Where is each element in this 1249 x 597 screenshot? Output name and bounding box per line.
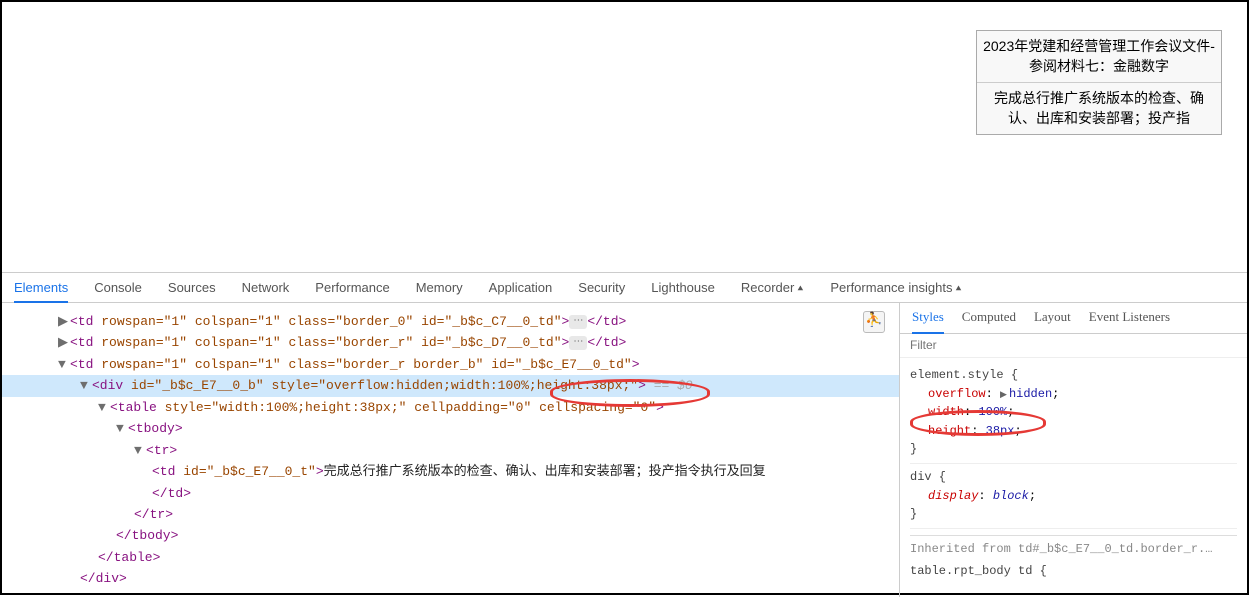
dom-node[interactable]: ▶<td rowspan="1" colspan="1" class="bord…: [2, 332, 899, 353]
css-property[interactable]: width: 100%;: [910, 403, 1237, 422]
expand-icon[interactable]: ▶: [1000, 389, 1007, 403]
rule-selector[interactable]: div {: [910, 468, 1237, 487]
tooltip-row: 2023年党建和经营管理工作会议文件-参阅材料七：金融数字: [977, 31, 1221, 83]
tab-recorder[interactable]: Recorder⯅: [741, 274, 804, 301]
selection-marker: == $0: [646, 378, 693, 393]
dom-node[interactable]: </div>: [2, 568, 899, 589]
styles-tab-styles[interactable]: Styles: [912, 309, 944, 334]
dom-node[interactable]: ▶<td rowspan="1" colspan="1" class="bord…: [2, 311, 899, 332]
rule-selector[interactable]: element.style {: [910, 366, 1237, 385]
page-preview: 2023年党建和经营管理工作会议文件-参阅材料七：金融数字 完成总行推广系统版本…: [2, 2, 1247, 272]
tab-console[interactable]: Console: [94, 274, 142, 301]
dom-node[interactable]: </td>: [2, 483, 899, 504]
styles-panel: Styles Computed Layout Event Listeners e…: [899, 303, 1247, 597]
rule-selector[interactable]: table.rpt_body td {: [910, 562, 1237, 581]
tab-performance[interactable]: Performance: [315, 274, 389, 301]
devtools: Elements Console Sources Network Perform…: [2, 272, 1247, 597]
tab-sources[interactable]: Sources: [168, 274, 216, 301]
tab-security[interactable]: Security: [578, 274, 625, 301]
styles-tabbar: Styles Computed Layout Event Listeners: [900, 303, 1247, 334]
styles-tab-computed[interactable]: Computed: [962, 309, 1016, 329]
dom-node-selected[interactable]: ▼<div id="_b$c_E7__0_b" style="overflow:…: [2, 375, 899, 396]
ellipsis-icon[interactable]: ⋯: [569, 336, 587, 350]
tab-lighthouse[interactable]: Lighthouse: [651, 274, 715, 301]
tooltip-row: 完成总行推广系统版本的检查、确认、出库和安装部署；投产指: [977, 83, 1221, 134]
styles-tab-eventlisteners[interactable]: Event Listeners: [1089, 309, 1170, 329]
tab-memory[interactable]: Memory: [416, 274, 463, 301]
styles-tab-layout[interactable]: Layout: [1034, 309, 1071, 329]
css-property[interactable]: display: block;: [910, 487, 1237, 506]
flask-icon: ⯅: [954, 284, 962, 295]
dom-node[interactable]: ▼<td rowspan="1" colspan="1" class="bord…: [2, 354, 899, 375]
dom-node[interactable]: </tr>: [2, 504, 899, 525]
dom-node[interactable]: </tbody>: [2, 525, 899, 546]
flask-icon: ⯅: [796, 284, 804, 295]
devtools-panels: ⛹ ▶<td rowspan="1" colspan="1" class="bo…: [2, 303, 1247, 597]
dom-node[interactable]: ▼<tbody>: [2, 418, 899, 439]
dom-node[interactable]: ▼<table style="width:100%;height:38px;" …: [2, 397, 899, 418]
dom-tree[interactable]: ⛹ ▶<td rowspan="1" colspan="1" class="bo…: [2, 303, 899, 597]
dom-node[interactable]: </table>: [2, 547, 899, 568]
tab-application[interactable]: Application: [489, 274, 553, 301]
devtools-tabbar: Elements Console Sources Network Perform…: [2, 273, 1247, 303]
accessibility-icon[interactable]: ⛹: [863, 311, 885, 333]
dom-node[interactable]: <td id="_b$c_E7__0_t">完成总行推广系统版本的检查、确认、出…: [2, 461, 899, 482]
tab-elements[interactable]: Elements: [14, 274, 68, 303]
css-property[interactable]: height: 38px;: [910, 422, 1237, 441]
inherited-from[interactable]: Inherited from td#_b$c_E7__0_td.border_r…: [910, 535, 1237, 559]
filter-input[interactable]: [910, 338, 1237, 352]
ellipsis-icon[interactable]: ⋯: [569, 315, 587, 329]
dom-node[interactable]: ▼<tr>: [2, 440, 899, 461]
styles-filter[interactable]: [900, 334, 1247, 358]
css-rules[interactable]: element.style { overflow: ▶hidden; width…: [900, 358, 1247, 597]
tab-network[interactable]: Network: [242, 274, 290, 301]
tab-perf-insights[interactable]: Performance insights⯅: [830, 274, 962, 301]
preview-tooltip: 2023年党建和经营管理工作会议文件-参阅材料七：金融数字 完成总行推广系统版本…: [976, 30, 1222, 135]
css-property[interactable]: overflow: ▶hidden;: [910, 385, 1237, 404]
